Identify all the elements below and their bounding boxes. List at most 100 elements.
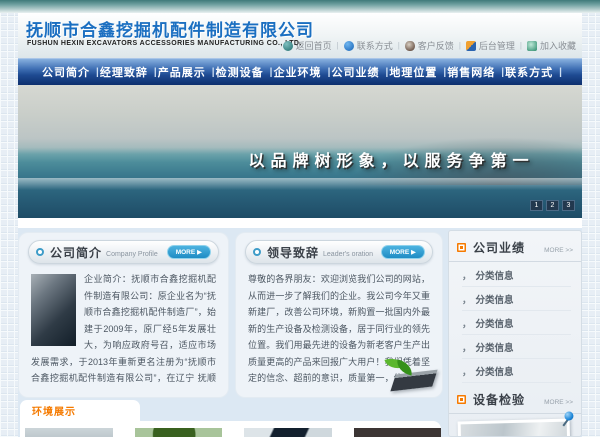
environment-thumbnail[interactable] <box>25 428 113 437</box>
list-bullet: ， <box>462 364 472 378</box>
link-admin-label: 后台管理 <box>479 39 515 52</box>
list-bullet: ， <box>462 268 472 282</box>
link-separator: | <box>520 41 522 50</box>
nav-label: 公司业绩 <box>331 64 379 80</box>
content-background: 公司简介 Company Profile MORE ▶ 企业简介：抚顺市合鑫挖掘… <box>18 228 582 437</box>
performance-list-item[interactable]: ， 分类信息 <box>462 287 571 311</box>
list-item-label: 分类信息 <box>476 268 514 282</box>
performance-list-item[interactable]: ， 分类信息 <box>462 359 571 383</box>
list-item-label: 分类信息 <box>476 316 514 330</box>
nav-separator: | <box>96 67 99 78</box>
company-profile-panel-header: 公司简介 Company Profile MORE ▶ <box>28 240 219 264</box>
top-decor-strip <box>0 0 600 13</box>
link-home-label: 返回首页 <box>296 39 332 52</box>
environment-tab-label: 环境展示 <box>32 403 76 418</box>
link-separator: | <box>398 41 400 50</box>
main-nav: 公司简介 | 经理致辞 | 产品展示 | 检测设备 | 企业环境 | 公司业绩 … <box>18 58 582 85</box>
environment-section: 环境展示 <box>20 400 441 437</box>
inspection-photo-image <box>461 422 568 437</box>
environment-tab[interactable]: 环境展示 <box>20 400 140 421</box>
page: { "header": { "company_name": "抚顺市合鑫挖掘机配… <box>0 0 600 437</box>
nav-label: 地理位置 <box>389 64 437 80</box>
leader-oration-panel-header: 领导致辞 Leader's oration MORE ▶ <box>245 240 433 264</box>
link-favorite[interactable]: 加入收藏 <box>527 39 576 52</box>
link-favorite-label: 加入收藏 <box>540 39 576 52</box>
company-name-english: FUSHUN HEXIN EXCAVATORS ACCESSORIES MANU… <box>27 40 302 47</box>
performance-list-item[interactable]: ， 分类信息 <box>462 335 571 359</box>
environment-thumbnail[interactable] <box>135 428 223 437</box>
link-feedback[interactable]: 客户反馈 <box>405 39 454 52</box>
book-shape <box>390 370 437 392</box>
nav-item-testing-equipment[interactable]: 检测设备 | <box>216 64 273 80</box>
nav-label: 检测设备 <box>216 64 264 80</box>
banner-slogan: 以品牌树形象，以服务争第一 <box>213 147 570 171</box>
favorite-icon <box>527 41 537 51</box>
factory-photo[interactable] <box>31 274 76 346</box>
list-item-label: 分类信息 <box>476 292 514 306</box>
panel-subtitle: Company Profile <box>106 251 158 258</box>
list-bullet: ， <box>462 340 472 354</box>
profile-more-button[interactable]: MORE ▶ <box>167 245 211 259</box>
nav-label: 经理致辞 <box>100 64 148 80</box>
nav-separator: | <box>501 67 504 78</box>
banner-page-3[interactable]: 3 <box>562 200 575 211</box>
environment-thumbnail[interactable] <box>244 428 332 437</box>
nav-separator: | <box>212 67 215 78</box>
link-contact[interactable]: 联系方式 <box>344 39 393 52</box>
performance-more-link[interactable]: MORE >> <box>544 247 573 254</box>
sidebar: 公司业绩 MORE >> ， 分类信息 ， 分类信息 ， 分类信息 <box>448 230 582 437</box>
banner-page-1[interactable]: 1 <box>530 200 543 211</box>
nav-item-manager-speech[interactable]: 经理致辞 | <box>100 64 157 80</box>
feedback-icon <box>405 41 415 51</box>
list-bullet: ， <box>462 316 472 330</box>
environment-thumbnail[interactable] <box>354 428 442 437</box>
info-icon <box>344 41 354 51</box>
inspection-photo[interactable] <box>458 419 571 437</box>
panel-title: 领导致辞 <box>267 244 319 261</box>
nav-label: 企业环境 <box>274 64 322 80</box>
list-item-label: 分类信息 <box>476 340 514 354</box>
panel-subtitle: Leader's oration <box>323 251 373 258</box>
leader-oration-panel: 领导致辞 Leader's oration MORE ▶ 尊敬的各界朋友：欢迎浏… <box>236 233 442 397</box>
leader-more-button[interactable]: MORE ▶ <box>381 245 425 259</box>
banner-page-2[interactable]: 2 <box>546 200 559 211</box>
link-admin[interactable]: 后台管理 <box>466 39 515 52</box>
list-bullet: ， <box>462 292 472 306</box>
nav-separator: | <box>154 67 157 78</box>
nav-item-environment[interactable]: 企业环境 | <box>274 64 331 80</box>
nav-separator: | <box>443 67 446 78</box>
nav-item-location[interactable]: 地理位置 | <box>389 64 446 80</box>
nav-item-sales-network[interactable]: 销售网络 | <box>447 64 504 80</box>
inspection-more-link[interactable]: MORE >> <box>544 399 573 406</box>
nav-label: 公司简介 <box>42 64 90 80</box>
link-separator: | <box>337 41 339 50</box>
orange-square-icon <box>457 243 466 252</box>
nav-item-contact[interactable]: 联系方式 | <box>505 64 562 80</box>
nav-item-company-profile[interactable]: 公司简介 | <box>42 64 99 80</box>
inspection-section-header: 设备检验 MORE >> <box>449 383 581 414</box>
performance-list-item[interactable]: ， 分类信息 <box>462 263 571 287</box>
nav-item-products[interactable]: 产品展示 | <box>158 64 215 80</box>
performance-list-item[interactable]: ， 分类信息 <box>462 311 571 335</box>
nav-label: 联系方式 <box>505 64 553 80</box>
inspection-title: 设备检验 <box>473 391 525 408</box>
performance-title: 公司业绩 <box>473 239 525 256</box>
performance-section-header: 公司业绩 MORE >> <box>449 231 581 262</box>
pushpin-icon <box>559 411 573 425</box>
admin-users-icon <box>466 41 476 51</box>
nav-item-performance[interactable]: 公司业绩 | <box>331 64 388 80</box>
banner-pager: 1 2 3 <box>530 200 575 211</box>
list-item-label: 分类信息 <box>476 364 514 378</box>
page-container: 抚顺市合鑫挖掘机配件制造有限公司 FUSHUN HEXIN EXCAVATORS… <box>18 13 582 437</box>
nav-separator: | <box>270 67 273 78</box>
link-home[interactable]: 返回首页 <box>283 39 332 52</box>
company-name: 抚顺市合鑫挖掘机配件制造有限公司 <box>26 16 314 41</box>
link-contact-label: 联系方式 <box>357 39 393 52</box>
company-profile-body: 企业简介：抚顺市合鑫挖掘机配件制造有限公司：原企业名为“抚顺市合鑫挖掘机配件制造… <box>19 268 228 390</box>
nav-label: 销售网络 <box>447 64 495 80</box>
environment-gallery <box>20 421 441 437</box>
site-header: 抚顺市合鑫挖掘机配件制造有限公司 FUSHUN HEXIN EXCAVATORS… <box>18 13 582 58</box>
link-feedback-label: 客户反馈 <box>418 39 454 52</box>
circle-bullet-icon <box>253 248 261 256</box>
company-profile-panel: 公司简介 Company Profile MORE ▶ 企业简介：抚顺市合鑫挖掘… <box>19 233 228 397</box>
